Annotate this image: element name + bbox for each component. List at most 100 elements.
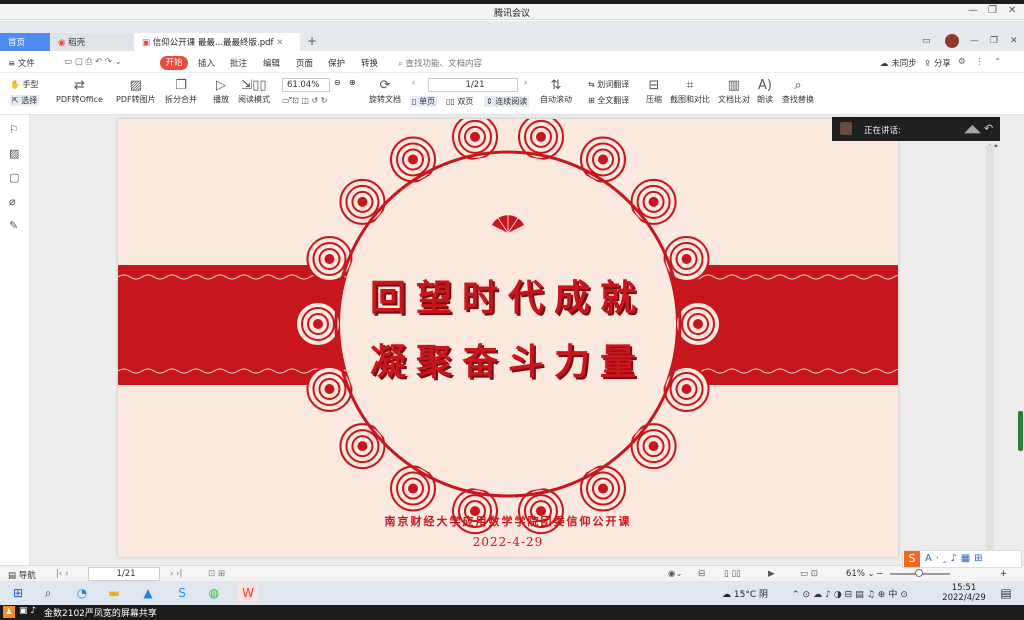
compress-button[interactable]: ⊟ 压缩: [646, 78, 662, 105]
nav-toggle[interactable]: ▤ 导航: [8, 569, 36, 581]
search-box[interactable]: ⌕ 查找功能、文档内容: [398, 57, 482, 69]
quick-access-icons[interactable]: ▭ ▢ ⎙ ↶ ↷ ⌄: [64, 57, 122, 67]
word-translate-button[interactable]: ⇆ 划词翻译: [588, 79, 629, 90]
scrollbar-track[interactable]: [986, 145, 994, 555]
weather[interactable]: ☁ 15°C 阴: [722, 587, 768, 600]
pdf-to-image-button[interactable]: ▨ PDF转图片: [116, 78, 156, 105]
single-label: 单页: [418, 97, 435, 106]
sogou-icon[interactable]: S: [904, 551, 920, 567]
page-jump-icons[interactable]: ⊡ ⊞: [208, 569, 225, 579]
minimize-icon[interactable]: —: [968, 5, 978, 16]
docer-icon: ◉: [58, 38, 66, 48]
tray-icons[interactable]: ⌃⊙☁♪◑⊟▤♫⊕中⊙: [792, 587, 911, 600]
hand-tool[interactable]: ✋ 手型: [10, 79, 39, 90]
settings-icon[interactable]: ⚙: [958, 57, 966, 67]
next-page-icon[interactable]: ›: [524, 78, 527, 87]
window-minimize-icon[interactable]: —: [970, 36, 979, 46]
select-tool[interactable]: ⇱ 选择: [10, 95, 40, 106]
clock[interactable]: 15:51 2022/4/29: [942, 583, 986, 603]
avatar[interactable]: [945, 34, 959, 48]
wps-icon[interactable]: W: [238, 584, 258, 602]
restore-icon[interactable]: ❐: [988, 5, 997, 16]
view-tools-icons[interactable]: ▭ ⊡ ◫ ↺ ↻: [282, 96, 327, 105]
new-tab-icon[interactable]: +: [307, 34, 317, 48]
split-merge-button[interactable]: ❐ 拆分合并: [165, 78, 197, 105]
find-replace-button[interactable]: ⌕ 查找替换: [782, 78, 814, 105]
windows-start-icon[interactable]: ⊞: [8, 584, 28, 602]
participant-icon[interactable]: ♟: [3, 606, 15, 618]
menu-convert[interactable]: 转换: [361, 57, 378, 69]
thumbnail-icon[interactable]: ▨: [9, 147, 19, 160]
signature-icon[interactable]: ✎: [9, 219, 18, 232]
single-page-button[interactable]: ▯ 单页: [410, 96, 437, 107]
menu-insert[interactable]: 插入: [198, 57, 215, 69]
window-restore-icon[interactable]: ❐: [990, 36, 998, 46]
zoom-out-icon[interactable]: ⊖: [334, 78, 341, 87]
taskbar-search-icon[interactable]: ⌕: [38, 584, 58, 602]
ime-tools-icons[interactable]: A·ꞈ♪▦⊞: [925, 553, 987, 564]
comment-icon[interactable]: ▢: [9, 171, 19, 184]
collapse-ribbon-icon[interactable]: ⌃: [994, 57, 1001, 67]
tab-pdf[interactable]: ▣ 信仰公开课 最最...最最终版.pdf ✕: [134, 33, 300, 51]
more-icon[interactable]: ⋮: [975, 57, 984, 67]
menu-file[interactable]: ≡ 文件: [8, 57, 35, 69]
zoom-slider-thumb[interactable]: [915, 569, 923, 577]
tab-home[interactable]: 首页: [0, 33, 50, 51]
tencent-meeting-icon[interactable]: ▲: [138, 584, 158, 602]
play-button[interactable]: ▷ 播放: [213, 78, 229, 105]
zoom-select[interactable]: 61.04% ⌄: [282, 78, 330, 102]
page-nav-arrows-right[interactable]: › ›|: [170, 569, 182, 579]
tab-docer[interactable]: ◉ 稻壳: [50, 33, 134, 51]
compress-label: 压缩: [646, 95, 662, 104]
notification-icon[interactable]: ▤: [996, 584, 1016, 602]
screenshot-compare-button[interactable]: ⌗ 截图和对比: [670, 78, 710, 105]
doc-compare-button[interactable]: ▥ 文档比对: [718, 78, 750, 105]
zoom-plus-icon[interactable]: +: [1000, 569, 1007, 579]
slideshow-icon[interactable]: ▶: [768, 569, 775, 579]
read-mode-button[interactable]: ⇲▯▯ 阅读模式: [238, 78, 270, 105]
read-aloud-button[interactable]: A) 朗读: [757, 78, 773, 105]
prev-page-icon[interactable]: ‹: [412, 78, 415, 87]
file-explorer-icon[interactable]: ▬: [104, 584, 124, 602]
attachment-icon[interactable]: ⌀: [9, 195, 16, 208]
menu-page[interactable]: 页面: [296, 57, 313, 69]
auto-scroll-button[interactable]: ⇅ 自动滚动: [540, 78, 572, 105]
window-close-icon[interactable]: ✕: [1010, 36, 1018, 46]
edge-icon[interactable]: ◔: [72, 584, 92, 602]
page-input[interactable]: 1/21: [428, 78, 518, 92]
rotate-doc-button[interactable]: ⟳ 旋转文档: [369, 78, 401, 105]
sync-status[interactable]: ☁ 未同步: [880, 57, 917, 69]
full-translate-button[interactable]: ⊞ 全文翻译: [588, 95, 629, 106]
scrollbar-thumb[interactable]: [1018, 411, 1023, 451]
page-nav-arrows-left[interactable]: |‹ ‹: [56, 569, 68, 579]
fit-icons[interactable]: ▭ ⊡: [800, 569, 818, 579]
pdf-page-slide: 回望时代成就 凝聚奋斗力量 南京财经大学应用数学学院团委信仰公开课 2022-4…: [118, 119, 898, 557]
zoom-in-icon[interactable]: ⊕: [349, 78, 356, 87]
double-page-button[interactable]: ▯▯ 双页: [446, 96, 473, 107]
wechat-icon[interactable]: ◍: [204, 584, 224, 602]
close-icon[interactable]: ✕: [1008, 5, 1016, 16]
tab-close-icon[interactable]: ✕: [276, 38, 283, 48]
continuous-read-button[interactable]: ⇕ 连续阅读: [484, 96, 530, 107]
pdf-to-office-label: PDF转Office: [56, 95, 103, 104]
bookmark-icon[interactable]: ⚐: [9, 123, 19, 136]
menu-edit[interactable]: 编辑: [263, 57, 280, 69]
sogou-browser-icon[interactable]: S: [172, 584, 192, 602]
pdf-to-office-button[interactable]: ⇄ PDF转Office: [56, 78, 103, 105]
page-width-icon[interactable]: ⊟: [698, 569, 705, 579]
status-page-input[interactable]: 1/21: [88, 567, 160, 581]
view-mode-icons[interactable]: ▯ ▯▯: [724, 569, 741, 579]
status-zoom[interactable]: 61% ⌄: [846, 569, 875, 579]
tab-pdf-label: 信仰公开课 最最...最最终版.pdf: [152, 38, 274, 48]
zoom-minus-icon[interactable]: −: [876, 569, 883, 579]
menu-annotate[interactable]: 批注: [230, 57, 247, 69]
collapse-arrow-icon[interactable]: ↶: [984, 122, 993, 135]
share-status-icons: ▣ ♪: [19, 606, 37, 616]
eye-protect-icon[interactable]: ◉⌄: [668, 569, 683, 579]
screenshot-compare-label: 截图和对比: [670, 95, 710, 104]
share-button[interactable]: ⇪ 分享: [924, 57, 951, 69]
menu-start[interactable]: 开始: [160, 56, 188, 70]
tab-bar: 首页 ◉ 稻壳 ▣ 信仰公开课 最最...最最终版.pdf ✕ + ▭ — ❐ …: [0, 21, 1024, 51]
layout-icon[interactable]: ▭: [922, 36, 931, 46]
menu-protect[interactable]: 保护: [328, 57, 345, 69]
